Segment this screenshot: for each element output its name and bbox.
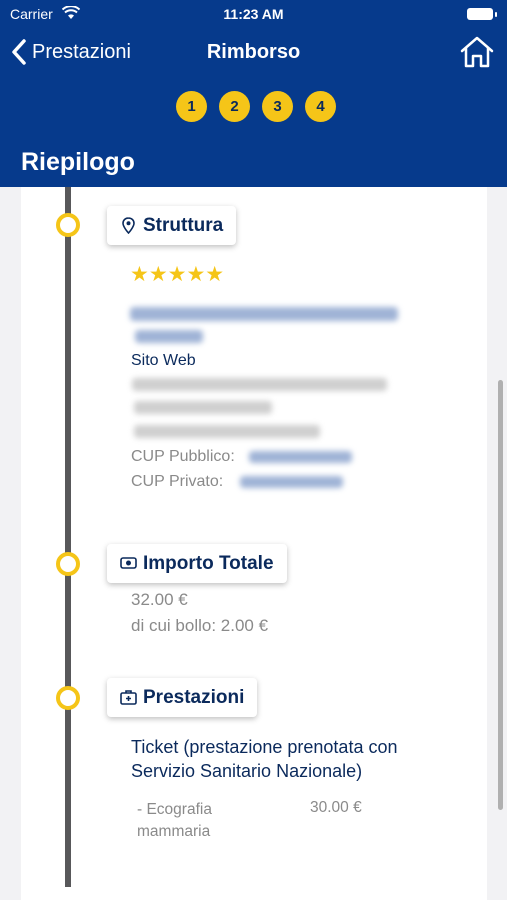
timeline-dot-prestazioni — [56, 686, 80, 710]
page-title: Riepilogo — [21, 148, 135, 176]
timeline-line — [65, 187, 71, 887]
medical-kit-icon — [120, 690, 137, 705]
timeline-dot-importo — [56, 552, 80, 576]
step-3[interactable]: 3 — [262, 91, 293, 122]
structure-name-redacted-2 — [135, 330, 203, 343]
battery-icon — [467, 8, 497, 20]
status-time: 11:23 AM — [223, 6, 284, 22]
cup-privato-label: CUP Privato: — [131, 473, 224, 490]
cup-pubblico-value-redacted[interactable] — [249, 451, 352, 463]
section-label-prestazioni: Prestazioni — [143, 686, 245, 708]
section-tag-prestazioni: Prestazioni — [107, 678, 258, 717]
structure-name-redacted — [130, 307, 398, 321]
step-2[interactable]: 2 — [219, 91, 250, 122]
cup-pubblico-label: CUP Pubblico: — [131, 448, 235, 465]
step-1[interactable]: 1 — [176, 91, 207, 122]
website-link[interactable]: Sito Web — [131, 352, 196, 370]
scrollbar[interactable] — [498, 380, 503, 810]
money-icon — [120, 557, 137, 569]
cup-privato-value-redacted[interactable] — [240, 476, 343, 488]
importo-total: 32.00 € — [131, 590, 188, 609]
importo-bollo: di cui bollo: 2.00 € — [131, 616, 269, 635]
nav-title: Rimborso — [206, 41, 301, 63]
ticket-description: Ticket (prestazione prenotata con Serviz… — [131, 737, 398, 781]
section-label-struttura: Struttura — [143, 214, 224, 236]
section-tag-importo: Importo Totale — [107, 544, 287, 583]
prestazione-item-price: 30.00 € — [310, 799, 362, 816]
prestazione-item-name: - Ecografia mammaria — [137, 801, 212, 840]
address-redacted-2 — [134, 401, 272, 414]
address-redacted-3 — [134, 425, 320, 438]
section-tag-struttura: Struttura — [107, 206, 237, 245]
map-pin-icon — [122, 217, 135, 234]
header: Carrier 11:23 AM Prestazioni Rimborso 1 … — [0, 0, 507, 187]
rating-stars: ★★★★★ — [130, 263, 225, 286]
step-indicator: 1 2 3 4 — [0, 91, 507, 122]
section-label-importo: Importo Totale — [143, 552, 274, 574]
step-4[interactable]: 4 — [305, 91, 336, 122]
home-icon[interactable] — [459, 34, 495, 70]
status-bar: Carrier 11:23 AM — [0, 4, 507, 26]
timeline-dot-struttura — [56, 213, 80, 237]
address-redacted — [132, 378, 387, 391]
